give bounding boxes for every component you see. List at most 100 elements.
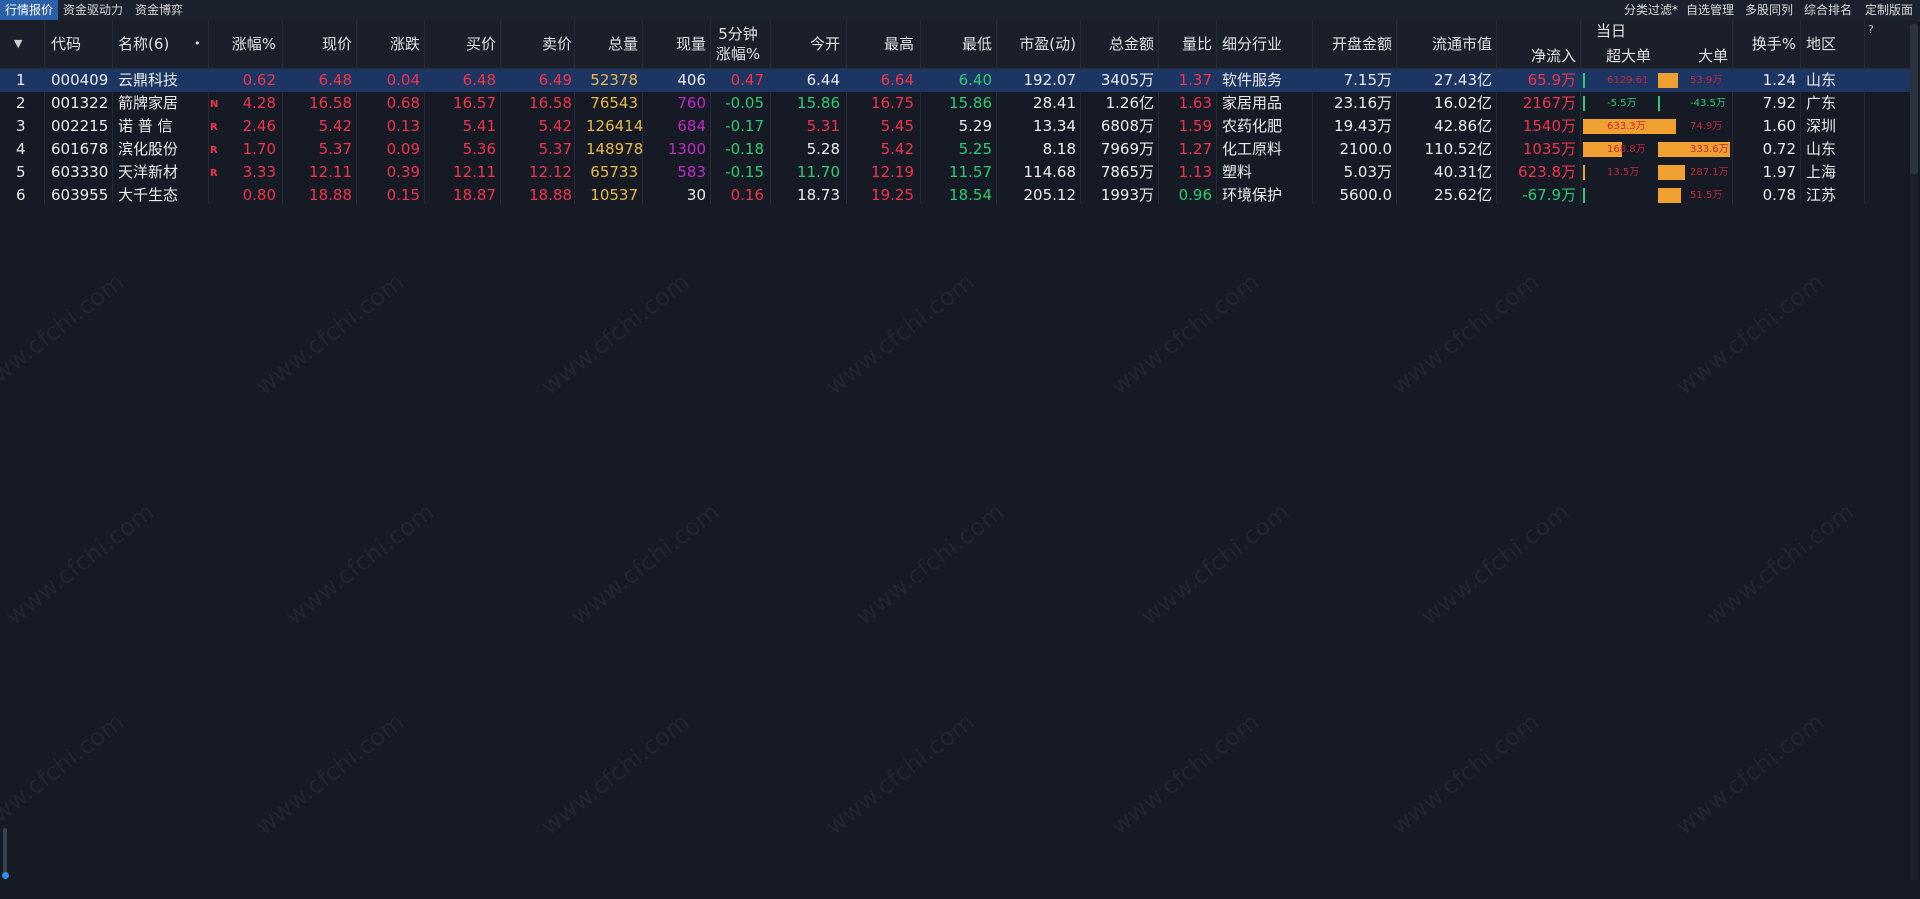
cell-industry: 环境保护 [1222, 186, 1283, 204]
cell-volume: 10537 [590, 186, 638, 204]
cell-open-amount: 19.43万 [1334, 117, 1392, 135]
multi-stock-button[interactable]: 多股同列 [1745, 0, 1793, 20]
cell-open-amount: 5600.0 [1339, 186, 1393, 204]
col-code[interactable]: 代码 [51, 20, 81, 68]
cell-ask: 6.49 [538, 71, 572, 89]
zoom-slider-knob[interactable] [2, 872, 9, 879]
large-value: 53.9万 [1690, 75, 1723, 86]
col-5min-pct[interactable]: 5分钟 涨幅% [714, 20, 762, 68]
col-high[interactable]: 最高 [862, 20, 914, 68]
col-volume[interactable]: 总量 [586, 20, 638, 68]
tab-quotes[interactable]: 行情报价 [0, 0, 59, 20]
tab-capital-game[interactable]: 资金博弈 [130, 0, 188, 20]
col-net-inflow[interactable]: 净流入 [1520, 44, 1576, 68]
cell-volume: 52378 [590, 71, 638, 89]
col-super-large[interactable]: 超大单 [1606, 44, 1651, 68]
cell-cur-vol: 406 [677, 71, 706, 89]
cell-cur-vol: 1300 [667, 140, 706, 158]
cell-ask: 16.58 [529, 94, 572, 112]
col-open[interactable]: 今开 [788, 20, 840, 68]
cell-pct: 0.80 [242, 186, 276, 204]
col-ask[interactable]: 卖价 [520, 20, 572, 68]
tab-capital-drive[interactable]: 资金驱动力 [58, 0, 128, 20]
cell-cur-vol: 684 [677, 117, 706, 135]
super-large-value: 633.3万 [1607, 121, 1646, 132]
cell-turnover: 7.92 [1762, 94, 1796, 112]
table-row[interactable]: 2 001322 箭牌家居 N 4.28 16.58 0.68 16.57 16.58 76543… [0, 92, 1910, 115]
category-filter-button[interactable]: 分类过滤* [1624, 0, 1678, 20]
cell-amount: 1993万 [1100, 186, 1154, 204]
table-row[interactable]: 3 002215 诺 普 信 R 2.46 5.42 0.13 5.41 5.42 126414 6… [0, 115, 1910, 138]
cell-high: 12.19 [871, 163, 914, 181]
cell-price: 18.88 [309, 186, 352, 204]
col-turnover[interactable]: 换手% [1740, 20, 1796, 68]
col-change[interactable]: 涨跌 [368, 20, 420, 68]
cell-vol-ratio: 1.27 [1178, 140, 1212, 158]
col-vol-ratio[interactable]: 量比 [1176, 20, 1212, 68]
cell-flag: R [210, 145, 218, 156]
cell-industry: 塑料 [1222, 163, 1253, 181]
cell-price: 12.11 [309, 163, 352, 181]
cell-float-cap: 110.52亿 [1424, 140, 1493, 158]
watermark-text: www.cfchi.com [280, 497, 440, 631]
cell-industry: 软件服务 [1222, 71, 1283, 89]
cell-low: 11.57 [949, 163, 992, 181]
col-open-amount[interactable]: 开盘金额 [1320, 20, 1392, 68]
cell-volume: 76543 [590, 94, 638, 112]
cell-bid: 6.48 [462, 71, 496, 89]
col-industry[interactable]: 细分行业 [1222, 20, 1282, 68]
super-large-value: -5.5万 [1607, 98, 1637, 109]
table-row[interactable]: 5 603330 天洋新材 R 3.33 12.11 0.39 12.11 12.12 65733… [0, 161, 1910, 184]
cell-open-amount: 5.03万 [1343, 163, 1392, 181]
cell-high: 6.64 [880, 71, 914, 89]
cell-bid: 5.41 [462, 117, 496, 135]
cell-float-cap: 42.86亿 [1434, 117, 1492, 135]
col-amount[interactable]: 总金额 [1100, 20, 1154, 68]
col-large[interactable]: 大单 [1684, 44, 1728, 68]
watermark-text: www.cfchi.com [535, 267, 695, 401]
col-price[interactable]: 现价 [296, 20, 352, 68]
cell-vol-ratio: 1.59 [1178, 117, 1212, 135]
watermark-text: www.cfchi.com [850, 497, 1010, 631]
cell-pct: 1.70 [242, 140, 276, 158]
scrollbar-thumb[interactable] [1910, 24, 1918, 174]
cell-float-cap: 16.02亿 [1434, 94, 1492, 112]
cell-idx: 2 [16, 94, 26, 112]
watermark-text: www.cfchi.com [1670, 267, 1830, 401]
cell-turnover: 0.78 [1762, 186, 1796, 204]
zoom-slider-track[interactable] [3, 828, 7, 876]
col-pct[interactable]: 涨幅% [220, 20, 276, 68]
cell-amount: 6808万 [1100, 117, 1154, 135]
cell-volume: 148978 [586, 140, 644, 158]
custom-layout-button[interactable]: 定制版面 [1865, 0, 1913, 20]
cell-open-amount: 2100.0 [1339, 140, 1393, 158]
cell-min5: -0.18 [725, 140, 764, 158]
col-pe[interactable]: 市盈(动) [1008, 20, 1076, 68]
table-row[interactable]: 4 601678 滨化股份 R 1.70 5.37 0.09 5.36 5.37 148978 13… [0, 138, 1910, 161]
sort-arrow-icon[interactable]: ▼ [14, 20, 22, 68]
cell-low: 15.86 [949, 94, 992, 112]
overall-ranking-button[interactable]: 综合排名 [1804, 0, 1852, 20]
col-float-cap[interactable]: 流通市值 [1420, 20, 1492, 68]
col-low[interactable]: 最低 [940, 20, 992, 68]
cell-code: 601678 [51, 140, 109, 158]
help-icon[interactable]: ? [1868, 20, 1874, 68]
cell-pct: 2.46 [242, 117, 276, 135]
cell-code: 001322 [51, 94, 109, 112]
cell-low: 5.29 [958, 117, 992, 135]
table-row[interactable]: 1 000409 云鼎科技 0.62 6.48 0.04 6.48 6.49 52378 406 0… [0, 69, 1910, 92]
cell-vol-ratio: 0.96 [1178, 186, 1212, 204]
cell-code: 603955 [51, 186, 109, 204]
col-region[interactable]: 地区 [1806, 20, 1836, 68]
col-bid[interactable]: 买价 [444, 20, 496, 68]
table-row[interactable]: 6 603955 大千生态 0.80 18.88 0.15 18.87 18.88 10537 3… [0, 184, 1910, 207]
cell-bid: 5.36 [462, 140, 496, 158]
table-header: ▼ 代码 名称(6) • 涨幅% 现价 涨跌 买价 卖价 总量 现量 5分钟 涨… [0, 20, 1910, 69]
cell-open: 5.28 [806, 140, 840, 158]
col-name[interactable]: 名称(6) [118, 20, 169, 68]
col-cur-volume[interactable]: 现量 [654, 20, 706, 68]
watermark-text: www.cfchi.com [1700, 497, 1860, 631]
cell-open-amount: 23.16万 [1334, 94, 1392, 112]
watchlist-manage-button[interactable]: 自选管理 [1686, 0, 1734, 20]
super-large-value: 168.8万 [1607, 144, 1646, 155]
